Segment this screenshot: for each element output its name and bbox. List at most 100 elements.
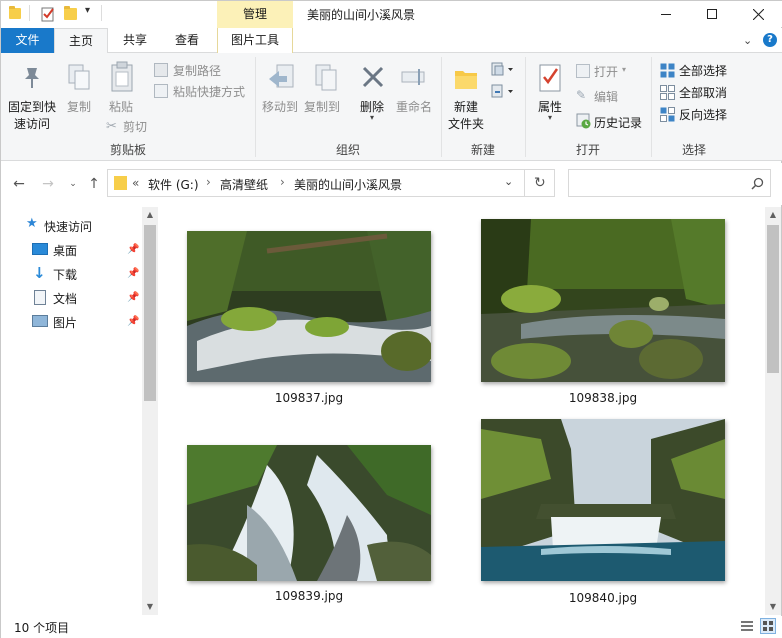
pin-icon[interactable]: 📌 <box>127 316 139 327</box>
scroll-thumb[interactable] <box>144 225 156 401</box>
new-folder-icon[interactable] <box>64 6 78 20</box>
new-folder-button-line1[interactable]: 新建 <box>454 98 478 115</box>
cut-button[interactable]: 剪切 <box>123 118 147 135</box>
open-icon <box>576 64 590 78</box>
search-icon[interactable] <box>751 177 764 190</box>
breadcrumb-wallpapers[interactable]: 高清壁纸 <box>220 176 268 193</box>
open-button[interactable]: 打开 <box>594 63 618 80</box>
help-icon[interactable]: ? <box>763 33 777 47</box>
pin-icon[interactable]: 📌 <box>127 244 139 255</box>
invert-selection-button[interactable]: 反向选择 <box>679 106 727 123</box>
context-tab-manage[interactable]: 管理 <box>217 1 293 28</box>
file-view: 109837.jpg 109838.jpg 109839.jpg 109840.… <box>161 207 765 615</box>
copy-path-button[interactable]: 复制路径 <box>173 62 221 79</box>
nav-quick-access-label: 快速访问 <box>44 220 93 234</box>
rename-button[interactable]: 重命名 <box>396 98 432 115</box>
star-icon: ★ <box>26 216 38 231</box>
details-view-icon[interactable] <box>740 619 754 636</box>
group-label-organize: 组织 <box>335 143 360 157</box>
select-none-button[interactable]: 全部取消 <box>679 84 727 101</box>
breadcrumb-separator[interactable]: › <box>206 175 211 189</box>
image-thumbnail <box>187 445 431 581</box>
up-arrow-icon[interactable]: ↑ <box>84 175 104 193</box>
tab-picture-tools[interactable]: 图片工具 <box>217 28 293 53</box>
tab-view[interactable]: 查看 <box>165 28 209 53</box>
chevron-down-icon[interactable]: ▾ <box>622 65 626 74</box>
select-all-button[interactable]: 全部选择 <box>679 62 727 79</box>
file-item[interactable]: 109840.jpg <box>481 419 725 607</box>
address-bar[interactable]: « 软件 (G:) › 高清壁纸 › 美丽的山间小溪风景 ⌄ <box>107 169 525 197</box>
customize-arrow-icon[interactable]: ▾ <box>85 5 90 16</box>
chevron-down-icon[interactable]: ⌄ <box>743 34 752 47</box>
recent-locations-icon[interactable]: ⌄ <box>63 175 83 193</box>
nav-scrollbar[interactable]: ▲ ▼ <box>142 207 158 615</box>
search-input[interactable] <box>568 169 771 197</box>
nav-item-label: 图片 <box>53 316 78 330</box>
pin-icon[interactable]: 📌 <box>127 292 139 303</box>
nav-item-pictures[interactable]: 图片 📌 <box>25 311 143 333</box>
scroll-up-icon[interactable]: ▲ <box>765 207 781 223</box>
scroll-down-icon[interactable]: ▼ <box>142 599 158 615</box>
back-arrow-icon[interactable]: ← <box>9 175 29 193</box>
breadcrumb-current[interactable]: 美丽的山间小溪风景 <box>294 176 402 193</box>
download-icon: ↓ <box>33 264 46 282</box>
nav-item-label: 下载 <box>53 268 78 282</box>
image-thumbnail <box>481 419 725 581</box>
edit-button[interactable]: 编辑 <box>594 88 618 105</box>
tab-share[interactable]: 共享 <box>113 28 157 53</box>
new-item-icon[interactable] <box>491 61 515 80</box>
pin-icon[interactable]: 📌 <box>127 268 139 279</box>
folder-icon <box>114 176 127 190</box>
pin-quick-access-button-line1[interactable]: 固定到快 <box>8 98 56 115</box>
scroll-down-icon[interactable]: ▼ <box>765 599 781 615</box>
scroll-thumb[interactable] <box>767 225 779 373</box>
copy-to-button[interactable]: 复制到 <box>304 98 340 115</box>
breadcrumb-drive[interactable]: 软件 (G:) <box>148 176 199 193</box>
pin-icon <box>21 65 43 92</box>
desktop-icon <box>32 243 48 255</box>
rename-icon <box>400 67 430 90</box>
chevron-down-icon[interactable]: ⌄ <box>504 175 513 188</box>
nav-item-downloads[interactable]: ↓ 下载 📌 <box>25 263 143 285</box>
nav-quick-access[interactable]: ★ 快速访问 <box>23 215 141 237</box>
scroll-up-icon[interactable]: ▲ <box>142 207 158 223</box>
file-name: 109840.jpg <box>568 591 638 605</box>
group-label-new: 新建 <box>470 143 495 157</box>
chevron-down-icon[interactable]: ▾ <box>370 113 374 122</box>
paste-shortcut-button[interactable]: 粘贴快捷方式 <box>173 83 245 100</box>
nav-item-documents[interactable]: 文档 📌 <box>25 287 143 309</box>
delete-icon <box>361 65 385 94</box>
large-icons-view-icon[interactable] <box>760 618 776 634</box>
pin-quick-access-button-line2[interactable]: 速访问 <box>14 115 50 132</box>
file-item[interactable]: 109838.jpg <box>481 219 725 411</box>
content-scrollbar[interactable]: ▲ ▼ <box>765 207 781 615</box>
breadcrumb-separator[interactable]: › <box>280 175 285 189</box>
file-item[interactable]: 109839.jpg <box>187 445 431 607</box>
image-thumbnail <box>187 231 431 382</box>
minimize-icon[interactable] <box>643 1 689 27</box>
new-folder-button-line2[interactable]: 文件夹 <box>448 115 484 132</box>
breadcrumb-overflow[interactable]: « <box>132 176 139 190</box>
chevron-down-icon[interactable]: ▾ <box>548 113 552 122</box>
file-item[interactable]: 109837.jpg <box>187 231 431 411</box>
tab-home[interactable]: 主页 <box>54 28 108 54</box>
properties-check-icon[interactable] <box>41 6 55 22</box>
copy-button[interactable]: 复制 <box>67 98 91 115</box>
tab-file[interactable]: 文件 <box>1 28 54 53</box>
ribbon-tabs: 文件 主页 共享 查看 图片工具 ⌄ ? <box>1 28 782 54</box>
history-button[interactable]: 历史记录 <box>594 114 642 131</box>
nav-item-desktop[interactable]: 桌面 📌 <box>25 239 143 261</box>
refresh-button[interactable]: ↻ <box>525 169 555 197</box>
file-name: 109839.jpg <box>274 589 344 603</box>
maximize-icon[interactable] <box>689 1 735 27</box>
group-label-open: 打开 <box>575 143 600 157</box>
history-icon <box>576 113 592 132</box>
easy-access-icon[interactable] <box>491 83 515 102</box>
paste-button[interactable]: 粘贴 <box>109 98 133 115</box>
forward-arrow-icon[interactable]: → <box>38 175 58 193</box>
move-to-button[interactable]: 移动到 <box>262 98 298 115</box>
select-all-icon <box>660 63 675 81</box>
documents-icon <box>34 290 46 305</box>
image-thumbnail <box>481 219 725 382</box>
close-icon[interactable] <box>735 1 781 27</box>
